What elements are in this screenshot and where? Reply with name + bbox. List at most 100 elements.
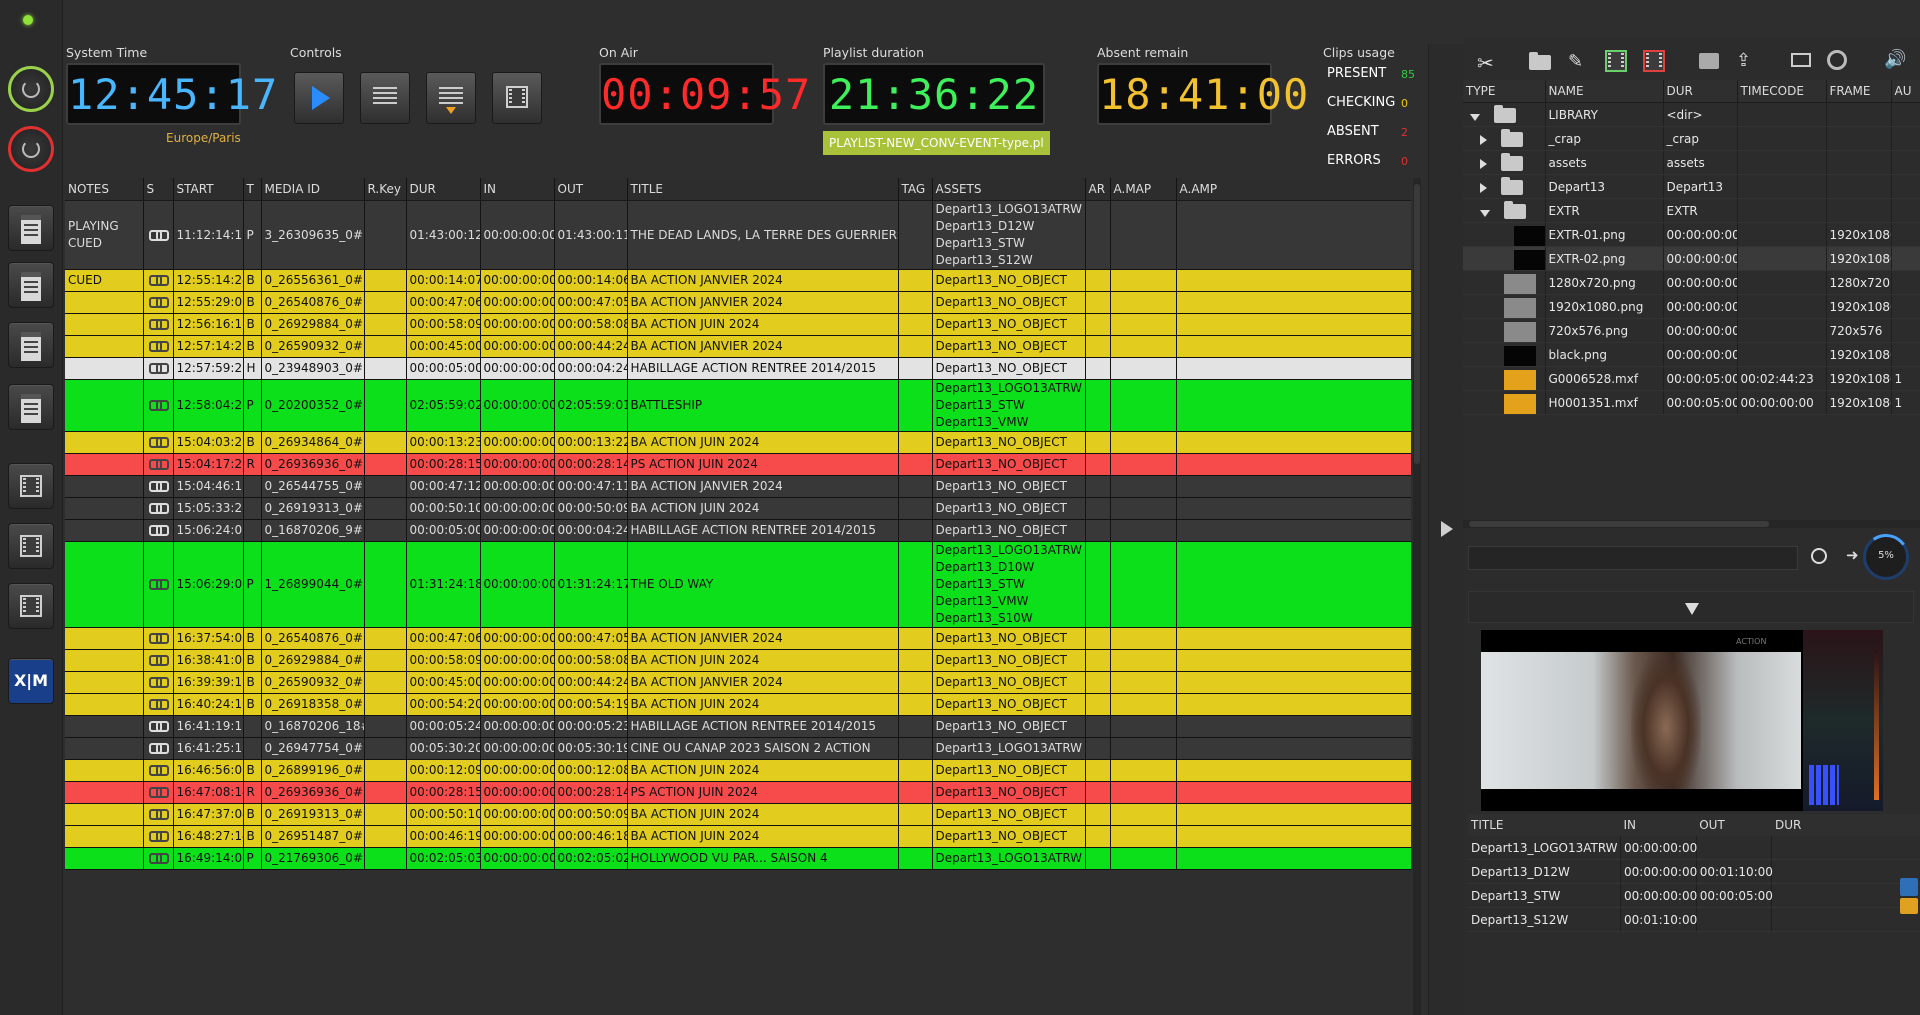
playlist-row[interactable]: 16:48:27:14 B 0_26951487_0# 00:00:46:19 00:0… bbox=[65, 825, 1411, 848]
playlist-row[interactable]: 12:57:14:21 B 0_26590932_0# 00:00:45:00 00:0… bbox=[65, 335, 1411, 358]
library-column-frame[interactable]: FRAME bbox=[1826, 80, 1892, 103]
cell-s[interactable] bbox=[143, 453, 174, 476]
cut-button[interactable]: ✂ bbox=[1473, 49, 1499, 75]
library-row[interactable]: 1280x720.png 00:00:00:00 1280x720 bbox=[1463, 270, 1920, 295]
link-icon[interactable] bbox=[149, 765, 169, 776]
library-row[interactable]: assets assets bbox=[1463, 150, 1920, 175]
cue-column-in[interactable]: IN bbox=[1620, 814, 1697, 836]
cell-s[interactable] bbox=[143, 825, 174, 848]
info-button[interactable] bbox=[1697, 49, 1723, 73]
link-icon[interactable] bbox=[149, 363, 169, 374]
skip-button[interactable] bbox=[426, 72, 476, 124]
library-row[interactable]: LIBRARY <dir> bbox=[1463, 102, 1920, 127]
cell-s[interactable] bbox=[143, 431, 174, 454]
clip-add-button[interactable] bbox=[8, 463, 54, 509]
link-icon[interactable] bbox=[149, 655, 169, 666]
cue-row[interactable]: Depart13_S12W 00:01:10:00 bbox=[1468, 907, 1920, 932]
playlist-row[interactable]: 16:47:08:14 R 0_26936936_0# 00:00:28:15 00:0… bbox=[65, 781, 1411, 804]
cell-s[interactable] bbox=[143, 847, 174, 870]
playlist-row[interactable]: 16:37:54:01 B 0_26540876_0# 00:00:47:06 00:0… bbox=[65, 627, 1411, 650]
clip-remove-button[interactable] bbox=[8, 583, 54, 629]
cell-s[interactable] bbox=[143, 357, 174, 380]
link-icon[interactable] bbox=[149, 341, 169, 352]
column-header-start[interactable]: START bbox=[173, 178, 244, 201]
expand-arrow-icon[interactable] bbox=[1441, 521, 1453, 537]
panel-divider[interactable] bbox=[1428, 44, 1464, 1015]
cell-s[interactable] bbox=[143, 803, 174, 826]
link-icon[interactable] bbox=[149, 721, 169, 732]
xm-logo-button[interactable]: X|M bbox=[8, 658, 54, 704]
library-column-dur[interactable]: DUR bbox=[1663, 80, 1738, 103]
disc-button[interactable] bbox=[1825, 49, 1851, 73]
monitor-button[interactable] bbox=[1789, 49, 1815, 73]
library-column-name[interactable]: NAME bbox=[1545, 80, 1664, 103]
playlist-row[interactable]: 12:55:29:06 B 0_26540876_0# 00:00:47:06 00:0… bbox=[65, 291, 1411, 314]
cell-s[interactable] bbox=[143, 497, 174, 520]
playlist-row[interactable]: 15:04:46:11 0_26544755_0# 00:00:47:12 00:00… bbox=[65, 475, 1411, 498]
scrollbar-thumb[interactable] bbox=[1414, 184, 1420, 464]
column-header-tag[interactable]: TAG bbox=[898, 178, 933, 201]
link-icon[interactable] bbox=[149, 481, 169, 492]
link-icon[interactable] bbox=[149, 633, 169, 644]
link-icon[interactable] bbox=[149, 699, 169, 710]
link-icon[interactable] bbox=[149, 579, 169, 590]
playlist-button[interactable] bbox=[8, 205, 54, 251]
asset-cue-list[interactable]: TITLE IN OUT DUR Depart13_LOGO13ATRW 00:00:0… bbox=[1468, 814, 1920, 932]
play-button[interactable] bbox=[294, 72, 344, 124]
settings-icon[interactable] bbox=[1900, 878, 1918, 896]
cell-s[interactable] bbox=[143, 313, 174, 336]
new-folder-button[interactable] bbox=[1527, 49, 1553, 73]
cue-next-button[interactable] bbox=[360, 72, 410, 124]
cue-row[interactable]: Depart13_STW 00:00:00:00 00:00:05:00 bbox=[1468, 883, 1920, 908]
playlist-row[interactable]: 15:06:29:08 P 1_26899044_0# 01:31:24:18 00:0… bbox=[65, 541, 1411, 628]
cell-s[interactable] bbox=[143, 781, 174, 804]
playlist-row[interactable]: 12:57:59:21 H 0_23948903_0# 00:00:05:00 00:0… bbox=[65, 357, 1411, 380]
close-playlist-button[interactable] bbox=[8, 384, 54, 430]
column-header-t[interactable]: T bbox=[243, 178, 262, 201]
library-column-type[interactable]: TYPE bbox=[1463, 80, 1546, 103]
clip-control-button[interactable] bbox=[492, 72, 542, 124]
link-icon[interactable] bbox=[149, 787, 169, 798]
cell-s[interactable] bbox=[143, 200, 174, 270]
playlist-row[interactable]: 16:39:39:16 B 0_26590932_0# 00:00:45:00 00:0… bbox=[65, 671, 1411, 694]
cell-s[interactable] bbox=[143, 519, 174, 542]
link-icon[interactable] bbox=[149, 503, 169, 514]
link-icon[interactable] bbox=[149, 677, 169, 688]
column-header-out[interactable]: OUT bbox=[554, 178, 628, 201]
playlist-name-badge[interactable]: PLAYLIST-NEW_CONV-EVENT-type.pl bbox=[823, 131, 1050, 155]
link-icon[interactable] bbox=[149, 459, 169, 470]
scrollbar-thumb[interactable] bbox=[1469, 521, 1769, 527]
column-header-aamp[interactable]: A.AMP bbox=[1176, 178, 1411, 201]
column-header-s[interactable]: S bbox=[143, 178, 174, 201]
library-row[interactable]: _crap _crap bbox=[1463, 126, 1920, 151]
library-row[interactable]: black.png 00:00:00:00 1920x1080 bbox=[1463, 342, 1920, 367]
link-icon[interactable] bbox=[149, 853, 169, 864]
expand-down-icon[interactable] bbox=[1480, 209, 1490, 217]
cue-column-out[interactable]: OUT bbox=[1696, 814, 1772, 836]
video-preview[interactable]: ACTION bbox=[1481, 630, 1883, 811]
cue-row[interactable]: Depart13_LOGO13ATRW 00:00:00:00 bbox=[1468, 836, 1920, 860]
library-row[interactable]: H0001351.mxf 00:00:05:00 00:00:00:00 1920x1… bbox=[1463, 390, 1920, 415]
new-playlist-button[interactable] bbox=[8, 262, 54, 308]
playlist-row[interactable]: 16:49:14:08 P 0_21769306_0# 00:02:05:03 00:0… bbox=[65, 847, 1411, 870]
playlist-row[interactable]: 12:56:16:12 B 0_26929884_0# 00:00:58:09 00:0… bbox=[65, 313, 1411, 336]
playlist-scrollbar[interactable] bbox=[1413, 178, 1421, 1015]
cell-s[interactable] bbox=[143, 715, 174, 738]
column-header-notes[interactable]: NOTES bbox=[65, 178, 144, 201]
column-header-in[interactable]: IN bbox=[480, 178, 555, 201]
column-header-assets[interactable]: ASSETS bbox=[932, 178, 1086, 201]
search-icon[interactable] bbox=[1811, 548, 1827, 564]
column-header-ar[interactable]: AR bbox=[1085, 178, 1111, 201]
cell-s[interactable] bbox=[143, 269, 174, 292]
cell-s[interactable] bbox=[143, 379, 174, 432]
arrow-right-icon[interactable]: ➜ bbox=[1846, 546, 1859, 564]
link-icon[interactable] bbox=[149, 525, 169, 536]
playlist-row[interactable]: 16:47:37:04 B 0_26919313_0# 00:00:50:10 00:0… bbox=[65, 803, 1411, 826]
cell-s[interactable] bbox=[143, 291, 174, 314]
library-row[interactable]: EXTR-01.png 00:00:00:00 1920x1080 bbox=[1463, 222, 1920, 247]
remove-clip-button[interactable] bbox=[1641, 49, 1667, 73]
expand-right-icon[interactable] bbox=[1480, 134, 1487, 145]
expand-right-icon[interactable] bbox=[1480, 158, 1487, 169]
playlist-row[interactable]: 16:41:25:10 0_26947754_0# 00:05:30:20 00:00… bbox=[65, 737, 1411, 760]
cue-column-dur[interactable]: DUR bbox=[1771, 814, 1920, 836]
